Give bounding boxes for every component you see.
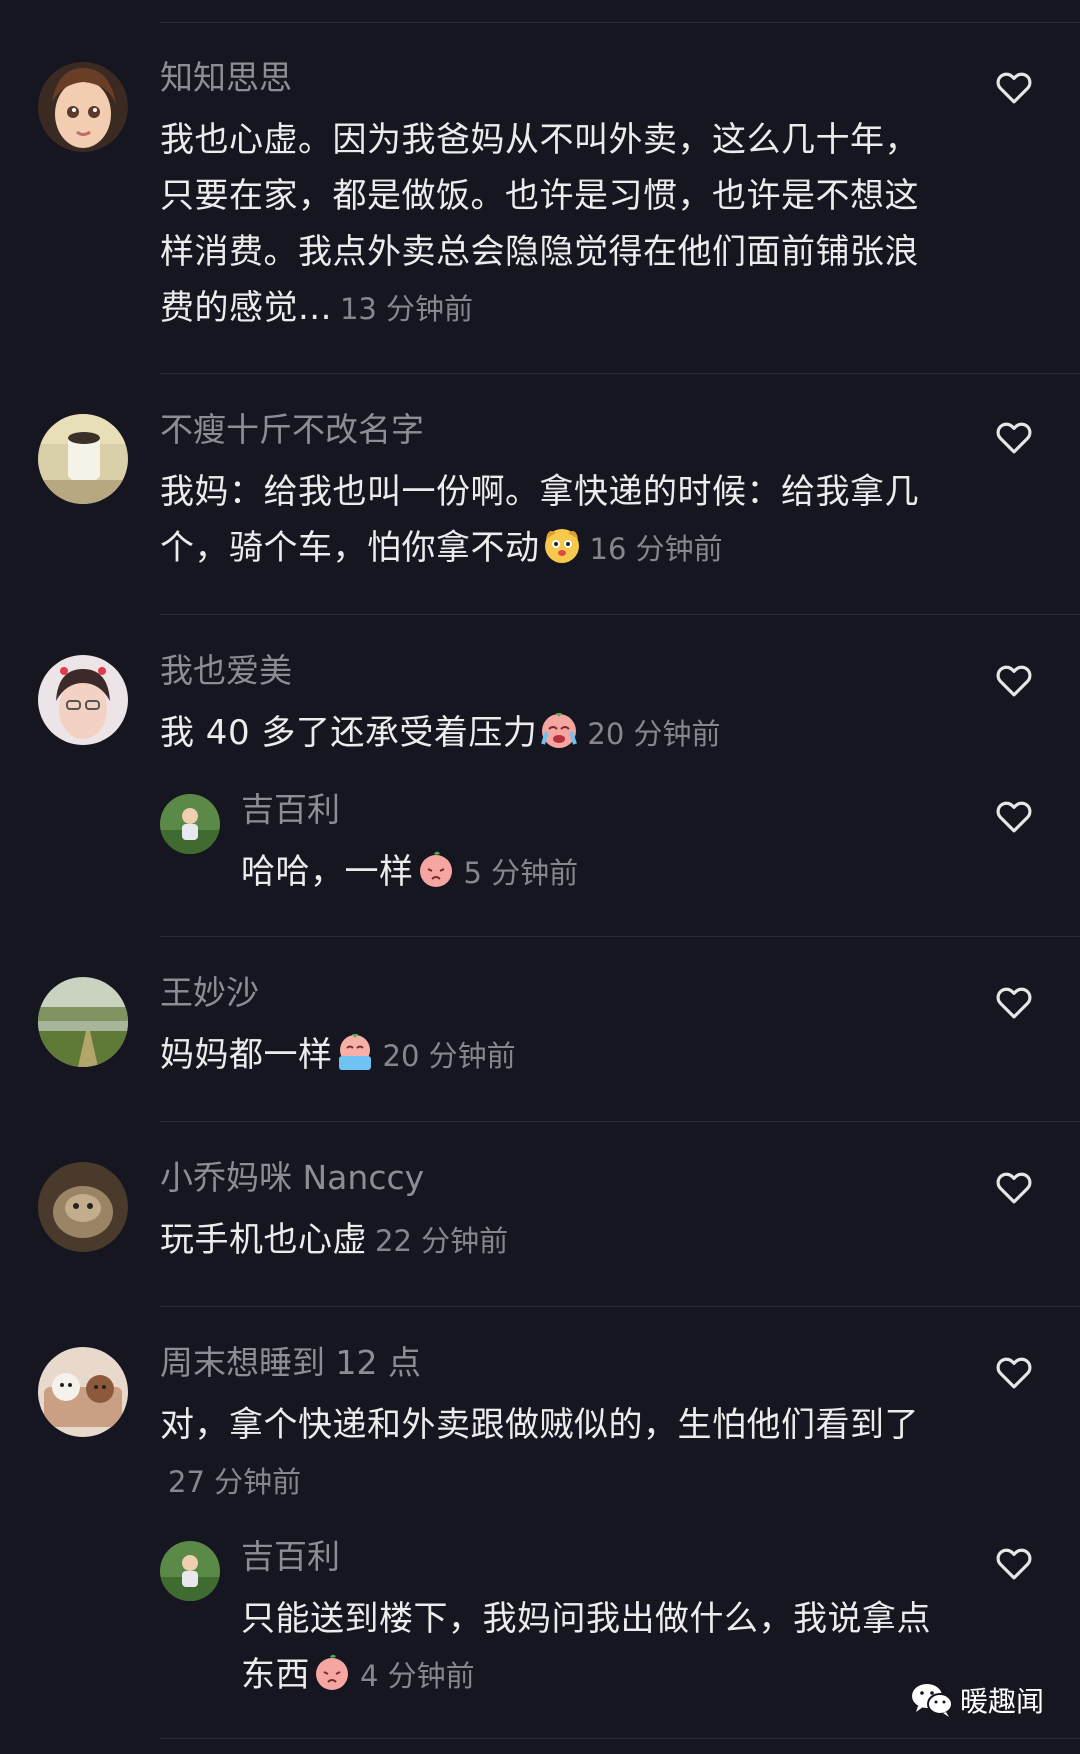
dog-face-emoji xyxy=(544,529,579,563)
heart-icon[interactable] xyxy=(993,1542,1035,1584)
divider xyxy=(160,614,1080,615)
comment-time: 4 分钟前 xyxy=(360,1659,475,1693)
divider xyxy=(160,373,1080,374)
comment-text: 我 40 多了还承受着压力 20 分钟前 xyxy=(160,705,930,762)
comment-author[interactable]: 吉百利 xyxy=(241,788,940,832)
divider xyxy=(160,1121,1080,1122)
comment-time: 20 分钟前 xyxy=(587,717,721,751)
comment-author[interactable]: 我也爱美 xyxy=(160,649,930,693)
heart-icon[interactable] xyxy=(993,981,1035,1023)
comment-author[interactable]: 小乔妈咪 Nanccy xyxy=(160,1156,930,1200)
heart-icon[interactable] xyxy=(993,66,1035,108)
heart-icon[interactable] xyxy=(993,416,1035,458)
comment-text: 玩手机也心虚 22 分钟前 xyxy=(160,1220,509,1260)
comment-time: 13 分钟前 xyxy=(339,292,474,326)
heart-icon[interactable] xyxy=(993,795,1035,837)
comment-author[interactable]: 周末想睡到 12 点 xyxy=(160,1341,930,1385)
comment-author[interactable]: 不瘦十斤不改名字 xyxy=(160,408,930,452)
watermark-label: 暖趣闻 xyxy=(959,1685,1044,1718)
divider xyxy=(160,1306,1080,1307)
comment-list-screen: 知知思思 我也心虚。因为我爸妈从不叫外卖，这么几十年，只要在家，都是做饭。也许是… xyxy=(0,0,1080,1754)
comment-time: 16 分钟前 xyxy=(589,532,723,566)
tears-face-emoji xyxy=(338,1034,371,1070)
avatar[interactable] xyxy=(160,794,220,854)
comment-time: 22 分钟前 xyxy=(375,1224,509,1258)
divider xyxy=(160,22,1080,23)
divider xyxy=(160,936,1080,937)
avatar[interactable] xyxy=(38,1347,128,1437)
comment-author[interactable]: 王妙沙 xyxy=(160,971,930,1015)
avatar[interactable] xyxy=(38,655,128,745)
comment-text: 妈妈都一样 20 分钟前 xyxy=(160,1027,930,1084)
avatar[interactable] xyxy=(38,977,128,1067)
comment-author[interactable]: 知知思思 xyxy=(160,56,930,100)
comment-time: 20 分钟前 xyxy=(382,1039,516,1073)
divider xyxy=(160,1738,1080,1739)
avatar[interactable] xyxy=(38,414,128,504)
comment-text: 我妈：给我也叫一份啊。拿快递的时候：给我拿几个，骑个车，怕你拿不动 16 分钟前 xyxy=(160,472,919,568)
comment-time: 5 分钟前 xyxy=(463,856,579,890)
avatar[interactable] xyxy=(160,1541,220,1601)
comment-text: 哈哈，一样 5 分钟前 xyxy=(241,844,940,901)
comment-text: 对，拿个快递和外卖跟做贼似的，生怕他们看到了27 分钟前 xyxy=(160,1405,919,1499)
wechat-icon xyxy=(911,1684,953,1717)
comment-time: 27 分钟前 xyxy=(168,1465,302,1499)
watermark: 暖趣闻 xyxy=(910,1680,1044,1720)
heart-icon[interactable] xyxy=(993,659,1035,701)
avatar[interactable] xyxy=(38,62,128,152)
comment-text: 我也心虚。因为我爸妈从不叫外卖，这么几十年，只要在家，都是做饭。也许是习惯，也许… xyxy=(160,120,919,328)
peach-face-emoji xyxy=(419,851,452,887)
comment-text: 只能送到楼下，我妈问我出做什么，我说拿点东西 4 分钟前 xyxy=(241,1599,931,1695)
crying-face-emoji xyxy=(541,713,578,748)
heart-icon[interactable] xyxy=(993,1166,1035,1208)
peach-face-emoji xyxy=(316,1654,348,1690)
avatar[interactable] xyxy=(38,1162,128,1252)
heart-icon[interactable] xyxy=(993,1351,1035,1393)
comment-author[interactable]: 吉百利 xyxy=(241,1535,940,1579)
